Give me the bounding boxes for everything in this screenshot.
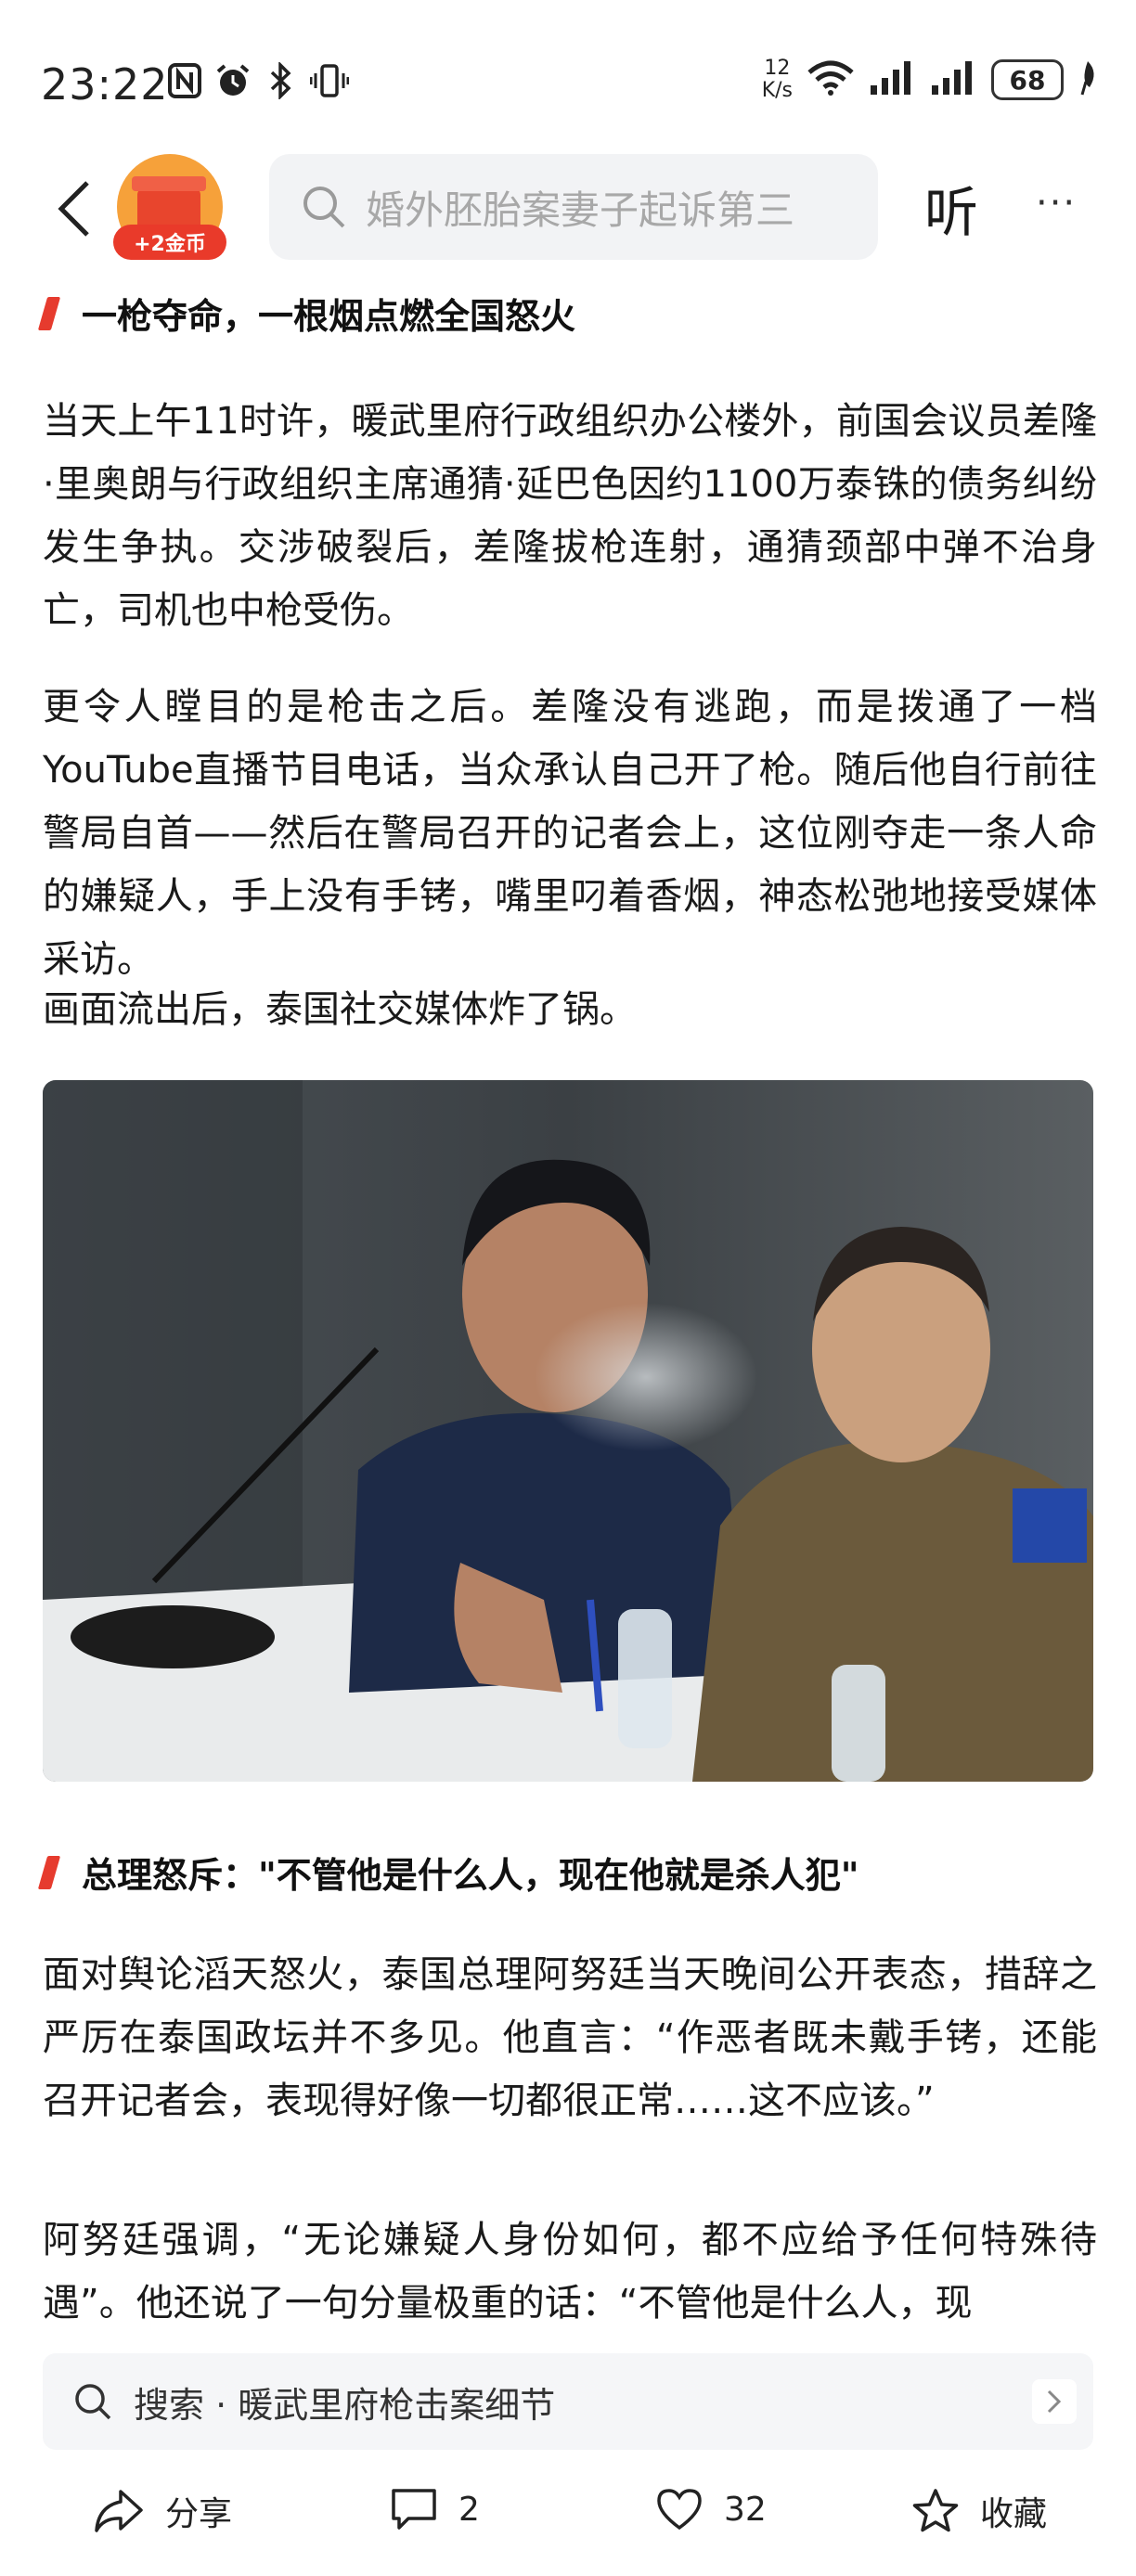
article-photo[interactable] <box>43 1080 1093 1782</box>
related-search-text: 搜索 · 暖武里府枪击案细节 <box>134 2376 555 2428</box>
share-icon <box>95 2490 143 2532</box>
heading-accent-bar <box>37 296 61 330</box>
more-button[interactable]: ··· <box>1036 182 1077 225</box>
status-right-icons: 12 K/s 68 <box>762 58 1099 102</box>
alarm-icon <box>213 61 252 100</box>
share-button[interactable]: 分享 <box>93 2487 232 2535</box>
back-button[interactable] <box>37 167 111 251</box>
star-icon <box>912 2489 959 2532</box>
related-search-bar[interactable]: 搜索 · 暖武里府枪击案细节 <box>43 2353 1093 2450</box>
article-paragraph: 更令人瞠目的是枪击之后。差隆没有逃跑，而是拨通了一档YouTube直播节目电话，… <box>43 686 1097 981</box>
battery-level: 68 <box>991 59 1064 100</box>
listen-button[interactable]: 听 <box>924 169 978 247</box>
section-heading-text: 总理怒斥："不管他是什么人，现在他就是杀人犯" <box>82 1855 859 1896</box>
coin-reward-label: +2金币 <box>113 225 226 260</box>
signal-icon <box>869 59 917 100</box>
comment-count: 2 <box>458 2490 480 2529</box>
article-paragraph: 画面流出后，泰国社交媒体炸了锅。 <box>43 988 637 1031</box>
related-search-query: 暖武里府枪击案细节 <box>238 2384 556 2426</box>
status-bar: 23:22 12 K/s 68 <box>0 0 1136 148</box>
signal-icon <box>930 59 978 100</box>
nfc-icon <box>165 61 204 100</box>
section-heading: 一枪夺命，一根烟点燃全国怒火 <box>37 288 576 339</box>
article-paragraph: 面对舆论滔天怒火，泰国总理阿努廷当天晚间公开表态，措辞之严厉在泰国政坛并不多见。… <box>43 1953 1097 2122</box>
article-paragraph: 当天上午11时许，暖武里府行政组织办公楼外，前国会议员差隆·里奥朗与行政组织主席… <box>43 400 1097 632</box>
share-label: 分享 <box>165 2495 233 2533</box>
favorite-label: 收藏 <box>980 2495 1048 2533</box>
related-search-prefix: 搜索 <box>134 2384 205 2426</box>
heading-accent-bar <box>37 1855 61 1889</box>
top-nav: +2金币 婚外胚胎案妻子起诉第三 听 ··· <box>0 148 1136 269</box>
search-input[interactable]: 婚外胚胎案妻子起诉第三 <box>269 154 878 260</box>
search-icon <box>75 2384 111 2420</box>
heart-icon <box>657 2489 702 2531</box>
bottom-action-bar: 分享 2 32 收藏 <box>0 2468 1136 2576</box>
like-count: 32 <box>724 2490 767 2529</box>
favorite-button[interactable]: 收藏 <box>911 2487 1047 2535</box>
net-speed-value: 12 <box>764 57 791 80</box>
article-paragraph: 阿努廷强调，“无论嫌疑人身份如何，都不应给予任何特殊待遇”。他还说了一句分量极重… <box>43 2219 1097 2325</box>
leaf-icon <box>1077 59 1099 100</box>
net-speed-unit: K/s <box>761 79 793 102</box>
like-button[interactable]: 32 <box>655 2487 767 2531</box>
comment-icon <box>392 2489 436 2530</box>
section-heading: 总理怒斥："不管他是什么人，现在他就是杀人犯" <box>37 1847 859 1898</box>
net-speed: 12 K/s <box>762 58 793 102</box>
wifi-icon <box>806 59 856 100</box>
status-time: 23:22 <box>41 59 169 109</box>
related-search-separator: · <box>215 2384 227 2426</box>
battery-indicator: 68 <box>991 59 1064 100</box>
bluetooth-icon <box>262 61 301 100</box>
search-icon <box>303 187 345 228</box>
status-left-icons <box>165 61 349 100</box>
vibrate-icon <box>310 61 349 100</box>
coin-reward-badge[interactable]: +2金币 <box>113 154 226 262</box>
section-heading-text: 一枪夺命，一根烟点燃全国怒火 <box>82 296 576 337</box>
search-placeholder: 婚外胚胎案妻子起诉第三 <box>366 187 795 233</box>
chevron-left-icon <box>58 181 89 237</box>
chevron-right-icon <box>1032 2379 1077 2424</box>
comment-button[interactable]: 2 <box>390 2487 480 2531</box>
